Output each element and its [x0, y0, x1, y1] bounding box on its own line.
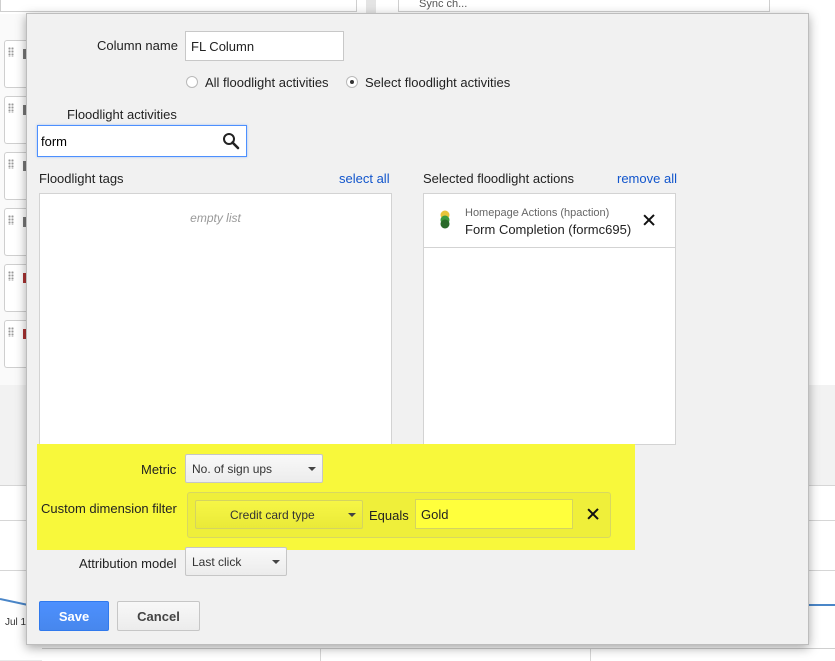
attribution-model-value: Last click	[192, 554, 242, 569]
background-chart-axis-label: Jul 1	[5, 617, 27, 628]
select-all-link[interactable]: select all	[339, 171, 390, 186]
radio-all-floodlight-activities[interactable]	[186, 76, 198, 88]
activity-name: Form Completion (formc695)	[465, 222, 632, 237]
background-top-text: Sync ch...	[419, 0, 468, 10]
metric-value: No. of sign ups	[192, 461, 273, 476]
background-list-row	[4, 320, 27, 368]
background-top-field-right: Sync ch...	[398, 0, 770, 12]
dimension-dropdown[interactable]: Credit card type	[195, 500, 363, 529]
background-list-row	[4, 40, 27, 88]
remove-filter-close-icon[interactable]	[587, 508, 599, 520]
custom-column-dialog: Column name All floodlight activities Se…	[26, 13, 809, 645]
floodlight-activity-icon	[440, 210, 450, 229]
floodlight-activities-label: Floodlight activities	[67, 107, 177, 122]
column-name-label: Column name	[97, 38, 178, 53]
remove-all-link[interactable]: remove all	[617, 171, 677, 186]
floodlight-tags-list[interactable]: empty list	[39, 193, 392, 445]
background-list-row	[4, 152, 27, 200]
dimension-value: Credit card type	[230, 507, 315, 522]
empty-list-text: empty list	[190, 211, 241, 225]
column-name-input[interactable]	[185, 31, 344, 61]
floodlight-search-input[interactable]	[41, 132, 211, 150]
metric-label: Metric	[141, 462, 177, 477]
activity-group-name: Homepage Actions (hpaction)	[465, 207, 610, 219]
radio-select-label[interactable]: Select floodlight activities	[365, 75, 510, 90]
chevron-down-icon	[348, 512, 356, 517]
attribution-model-dropdown[interactable]: Last click	[185, 547, 287, 576]
chevron-down-icon	[272, 559, 280, 564]
save-button[interactable]: Save	[39, 601, 109, 631]
cancel-button[interactable]: Cancel	[117, 601, 200, 631]
custom-dimension-filter-label: Custom dimension filter	[41, 501, 177, 516]
attribution-model-label: Attribution model	[79, 556, 177, 571]
chevron-down-icon	[308, 466, 316, 471]
remove-activity-close-icon[interactable]	[643, 214, 655, 226]
magnifier-icon[interactable]	[222, 132, 240, 150]
floodlight-tags-header: Floodlight tags	[39, 171, 124, 186]
background-list-row	[4, 96, 27, 144]
background-chart-line	[808, 604, 835, 606]
background-separator	[366, 0, 376, 14]
operator-label: Equals	[369, 508, 409, 523]
floodlight-search-box[interactable]	[37, 125, 247, 157]
selected-actions-header: Selected floodlight actions	[423, 171, 575, 186]
background-top-field	[0, 0, 357, 12]
radio-select-floodlight-activities[interactable]	[346, 76, 358, 88]
selected-actions-list: Homepage Actions (hpaction) Form Complet…	[423, 193, 676, 445]
metric-dropdown[interactable]: No. of sign ups	[185, 454, 323, 483]
background-table-header	[42, 648, 835, 661]
radio-all-label[interactable]: All floodlight activities	[205, 75, 329, 90]
list-item: Homepage Actions (hpaction) Form Complet…	[424, 194, 675, 248]
filter-value-input[interactable]	[415, 499, 573, 529]
background-list-row	[4, 208, 27, 256]
background-list-row	[4, 264, 27, 312]
